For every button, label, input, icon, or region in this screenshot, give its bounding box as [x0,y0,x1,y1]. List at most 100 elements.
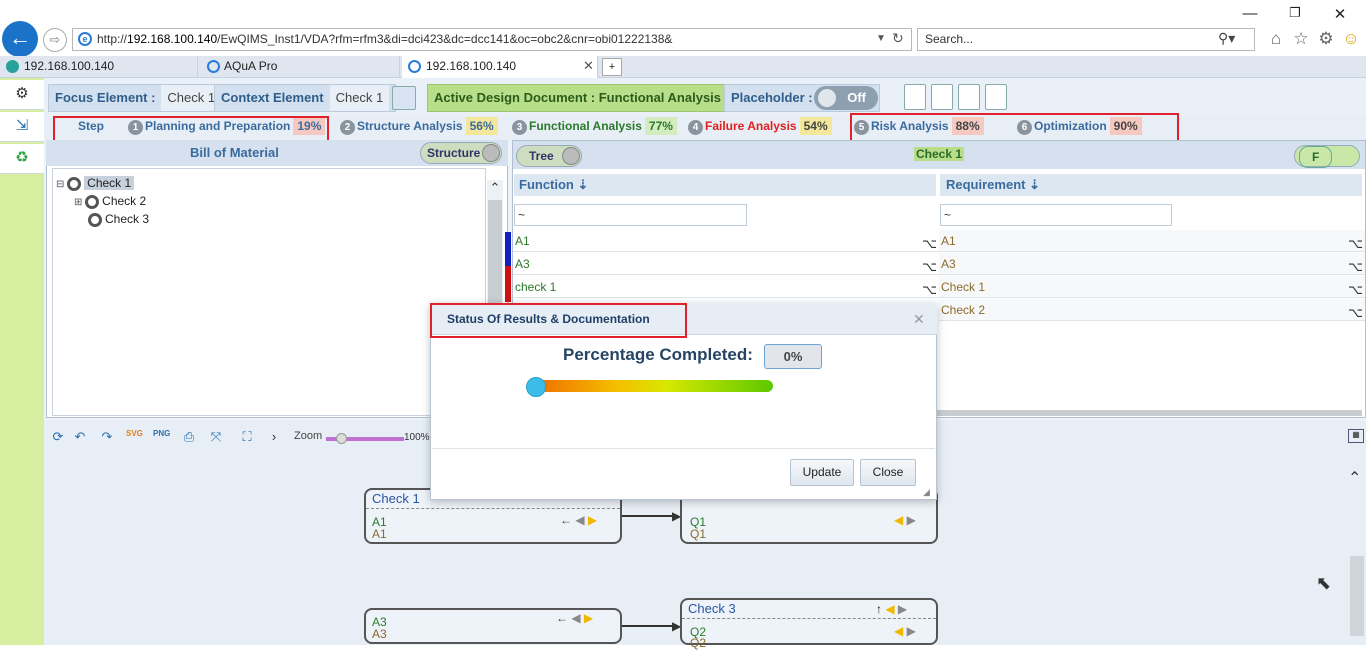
highlight-box [430,303,687,338]
svg-export-icon[interactable]: SVG [126,429,143,445]
hierarchy-icon: ⌥ [922,259,937,274]
grid-icon[interactable]: ▦ [1348,429,1364,443]
close-button[interactable]: Close [860,459,916,486]
png-export-icon[interactable]: PNG [153,429,170,445]
mouse-cursor: ⬉ [1316,573,1332,593]
search-input[interactable]: Search... [917,28,1255,51]
hierarchy-icon: ⌥ [1348,236,1363,251]
zoom-label: Zoom [294,430,323,442]
step-structure-analysis[interactable]: 2 Structure Analysis 56% [340,117,498,137]
dropdown-icon[interactable]: ▼ [876,33,886,44]
node-line: A3 [372,627,387,641]
node-line: A1 [372,527,387,541]
function-row[interactable]: A1 ⌥ [513,230,939,252]
tab-label: AQuA Pro [224,59,278,73]
focus-value[interactable]: Check 1 [161,85,222,111]
add-list-icon[interactable] [931,84,953,110]
step-failure-analysis[interactable]: 4 Failure Analysis 54% [688,117,832,137]
document-edit-icon[interactable] [392,86,416,110]
add-document-icon[interactable] [904,84,926,110]
tree-item[interactable]: Check 3 [88,210,149,228]
focus-element: Focus Element : Check 1 [48,84,229,112]
address-bar[interactable]: http://192.168.100.140/EwQIMS_Inst1/VDA?… [72,28,912,51]
settings-gear-icon[interactable]: ⚙ [1315,29,1337,49]
node-arrows-icon[interactable]: ◀ ▶ [894,624,916,638]
requirement-row[interactable]: A3 ⌥ [939,253,1365,275]
horizontal-scrollbar[interactable] [937,410,1362,416]
scroll-up-icon[interactable]: ⌃ [487,180,503,196]
arrow-left-icon[interactable]: ← ◀ ▶ [560,513,597,527]
percentage-slider[interactable] [536,380,773,392]
ie-icon: e [78,32,92,46]
blank-document-icon[interactable] [958,84,980,110]
percentage-input[interactable]: 0% [764,344,822,369]
fit-icon[interactable]: ⤧ [208,429,224,445]
browser-tab-3[interactable]: 192.168.100.140 [402,56,598,78]
favorites-star-icon[interactable]: ☆ [1290,29,1312,49]
hierarchy-icon: ⌥ [1348,305,1363,320]
structure-switch[interactable]: Structure [420,142,502,164]
zoom-knob[interactable] [336,433,347,444]
hierarchy-icon: ⌥ [1348,282,1363,297]
requirement-column-header[interactable]: Requirement ⇣ [940,174,1362,196]
node-arrows-icon[interactable]: ↑ ◀ ▶ [876,602,907,616]
function-row[interactable]: check 1 ⌥ [513,276,939,298]
tree-switch[interactable]: Tree [516,145,582,167]
scroll-thumb[interactable] [488,200,502,310]
list-document-icon[interactable] [985,84,1007,110]
refresh-icon[interactable]: ⟳ [50,429,66,445]
home-icon[interactable]: ⌂ [1265,29,1287,49]
browser-tab-2[interactable]: AQuA Pro [200,56,400,78]
context-value[interactable]: Check 1 [329,85,390,111]
step-functional-analysis[interactable]: 3 Functional Analysis 77% [512,117,677,137]
refresh-icon[interactable]: ↻ [892,30,904,47]
requirement-filter-input[interactable]: ~ [940,204,1172,226]
scroll-up-icon[interactable]: ⌃ [1348,468,1361,488]
function-row[interactable]: A3 ⌥ [513,253,939,275]
close-tab-icon[interactable]: ✕ [583,58,594,74]
fullscreen-icon[interactable]: ⛶ [239,429,255,445]
forward-button[interactable]: ⇨ [43,28,67,52]
placeholder-toggle[interactable]: Off [814,86,878,110]
redo-icon[interactable]: ↷ [99,429,115,445]
tree-item[interactable]: ⊞ Check 2 [74,192,146,212]
search-icon[interactable]: ⚲▾ [1218,30,1235,47]
chevron-right-icon[interactable]: › [266,429,282,445]
function-filter-input[interactable]: ~ [514,204,747,226]
dialog-close-icon[interactable]: ✕ [913,311,925,328]
print-icon[interactable]: ⎙ [181,429,197,445]
canvas-scroll-thumb[interactable] [1350,556,1364,636]
node-line: Q1 [690,527,707,541]
slider-knob[interactable] [526,377,546,397]
divider [432,448,935,449]
tree-item[interactable]: ⊟ Check 1 [56,174,135,194]
zoom-value: 100% [404,432,430,443]
update-button[interactable]: Update [790,459,854,486]
focus-label: Check 1 [914,147,965,161]
tab-label: 192.168.100.140 [24,59,115,73]
hierarchy-icon: ⌥ [922,282,937,297]
function-column-header[interactable]: Function ⇣ [514,174,936,196]
restore-icon[interactable]: ❐ [1285,5,1305,21]
tab-label: 192.168.100.140 [426,59,517,73]
connector [622,625,678,627]
smiley-icon[interactable]: ☺ [1340,29,1362,49]
resize-handle-icon[interactable]: ◢ [923,487,930,498]
requirement-row[interactable]: Check 2 ⌥ [939,299,1365,321]
node-arrows-icon[interactable]: ◀ ▶ [894,513,916,527]
recycle-icon[interactable]: ♻ [0,144,44,174]
close-window-icon[interactable]: ✕ [1330,5,1350,23]
requirement-row[interactable]: A1 ⌥ [939,230,1365,252]
browser-tab-1[interactable]: 192.168.100.140 [0,56,198,78]
highlight-box [850,113,1179,143]
minimize-icon[interactable]: — [1240,5,1260,22]
back-button[interactable]: ← [2,21,38,57]
requirement-row[interactable]: Check 1 ⌥ [939,276,1365,298]
f-switch[interactable]: F [1294,145,1360,168]
settings-icon[interactable]: ⚙ [0,80,44,110]
arrow-left-icon[interactable]: ← ◀ ▶ [556,611,593,625]
indicator-bar [505,266,511,302]
new-tab-icon[interactable]: + [602,58,622,76]
navigate-icon[interactable]: ⇲ [0,112,44,142]
undo-icon[interactable]: ↶ [72,429,88,445]
